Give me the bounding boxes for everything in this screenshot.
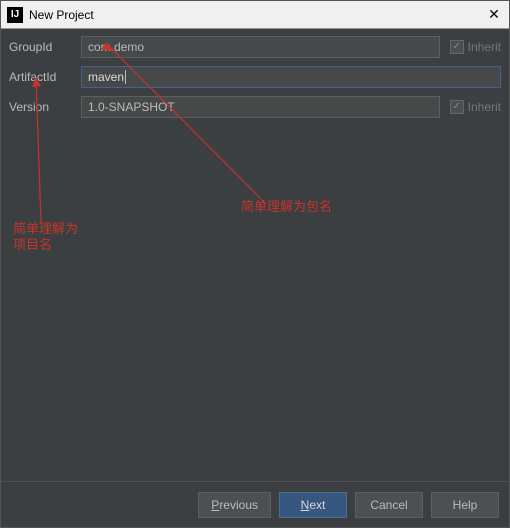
- app-icon: IJ: [7, 7, 23, 23]
- inherit-groupid[interactable]: ✓ Inherit: [450, 40, 501, 54]
- annotation-package: 简单理解为包名: [241, 199, 332, 215]
- inherit-label: Inherit: [468, 100, 501, 114]
- label-artifactid: ArtifactId: [9, 70, 81, 84]
- cancel-button[interactable]: Cancel: [355, 492, 423, 518]
- input-artifactid[interactable]: maven: [81, 66, 501, 88]
- footer: Previous Next Cancel Help: [1, 481, 509, 527]
- inherit-version[interactable]: ✓ Inherit: [450, 100, 501, 114]
- input-version[interactable]: [81, 96, 440, 118]
- caret-icon: [125, 70, 126, 84]
- previous-button[interactable]: Previous: [198, 492, 271, 518]
- next-button[interactable]: Next: [279, 492, 347, 518]
- inherit-label: Inherit: [468, 40, 501, 54]
- checkbox-icon: ✓: [450, 40, 464, 54]
- window-title: New Project: [29, 8, 485, 22]
- checkbox-icon: ✓: [450, 100, 464, 114]
- annotation-project: 简单理解为 项目名: [13, 221, 78, 252]
- help-button[interactable]: Help: [431, 492, 499, 518]
- artifactid-value: maven: [88, 70, 124, 84]
- label-version: Version: [9, 100, 81, 114]
- row-artifactid: ArtifactId maven: [9, 65, 501, 89]
- annotation-project-l1: 简单理解为: [13, 221, 78, 236]
- row-groupid: GroupId ✓ Inherit: [9, 35, 501, 59]
- input-groupid[interactable]: [81, 36, 440, 58]
- annotation-project-l2: 项目名: [13, 237, 52, 252]
- content-area: GroupId ✓ Inherit ArtifactId maven Versi…: [1, 29, 509, 481]
- row-version: Version ✓ Inherit: [9, 95, 501, 119]
- label-groupid: GroupId: [9, 40, 81, 54]
- close-icon[interactable]: ✕: [485, 6, 503, 24]
- titlebar: IJ New Project ✕: [1, 1, 509, 29]
